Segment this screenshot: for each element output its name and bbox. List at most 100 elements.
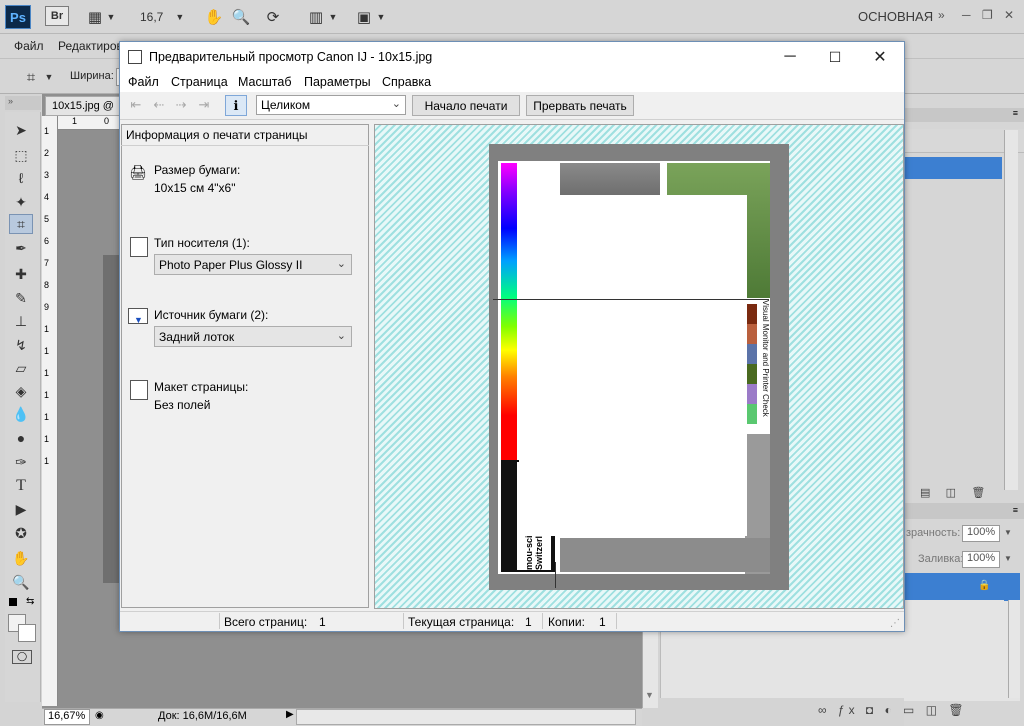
ps-menu-edit[interactable]: Редактиров	[58, 39, 123, 53]
media-type-select[interactable]: Photo Paper Plus Glossy II ⌄	[154, 254, 352, 275]
magic-wand-tool-icon[interactable]: ✦	[9, 192, 33, 212]
minimize-icon[interactable]: ─	[775, 47, 805, 67]
zoom-tool-icon[interactable]: 🔍	[230, 8, 252, 26]
maximize-icon[interactable]: ☐	[820, 47, 850, 67]
horizontal-scrollbar[interactable]	[296, 709, 636, 725]
arrange-documents-icon[interactable]: ▥	[305, 8, 327, 26]
opacity-label: зрачность:	[906, 527, 961, 539]
opacity-field[interactable]: 100%	[962, 525, 1000, 542]
chevron-down-icon: ▼	[175, 12, 185, 22]
dialog-app-icon	[128, 50, 142, 64]
panel-menu-icon[interactable]: ≡	[904, 108, 1024, 122]
paper-source-select[interactable]: Задний лоток ⌄	[154, 326, 352, 347]
preview-crop-mark	[555, 562, 556, 588]
status-zoom-field[interactable]: 16,67%	[44, 709, 90, 725]
brush-tool-icon[interactable]: ✎	[9, 288, 33, 308]
background-color-swatch[interactable]	[18, 624, 36, 642]
type-tool-icon[interactable]: T	[9, 476, 33, 496]
hand-tool-icon[interactable]: ✋	[203, 8, 225, 26]
ruler-left-label: 3	[44, 170, 50, 180]
close-icon[interactable]: ✕	[865, 47, 895, 67]
next-page-icon[interactable]: ⇢	[171, 97, 191, 113]
shape-tool-icon[interactable]: ✪	[9, 523, 33, 543]
pen-tool-icon[interactable]: ✑	[9, 452, 33, 472]
paper-size-icon: 🖨	[129, 164, 147, 180]
crop-tool-icon[interactable]: ⌗	[20, 68, 42, 86]
layers-scrollbar[interactable]	[1008, 600, 1020, 698]
document-tab[interactable]: 10x15.jpg @	[45, 96, 120, 116]
panel-scrollbar[interactable]	[1004, 130, 1018, 490]
zoom-level-box[interactable]: 16,7 ▼	[130, 6, 186, 28]
menu-file[interactable]: Файл	[128, 75, 159, 89]
eyedropper-tool-icon[interactable]: ✒	[9, 238, 33, 258]
first-page-icon[interactable]: ⇤	[126, 97, 146, 113]
fill-field[interactable]: 100%	[962, 551, 1000, 568]
ruler-left-label: 5	[44, 214, 50, 224]
paint-bucket-tool-icon[interactable]: ◈	[9, 381, 33, 401]
zoom-select[interactable]: Целиком ⌄	[256, 95, 406, 115]
paper-source-label: Источник бумаги (2):	[154, 308, 269, 322]
media-type-value: Photo Paper Plus Glossy II	[159, 258, 303, 272]
layers-panel-header[interactable]: ≡	[904, 503, 1024, 519]
start-print-button[interactable]: Начало печати	[412, 95, 520, 116]
last-page-icon[interactable]: ⇥	[194, 97, 214, 113]
ruler-top-label: 1	[72, 116, 78, 126]
dialog-title: Предварительный просмотр Canon IJ - 10x1…	[149, 50, 433, 64]
ps-menu-file[interactable]: Файл	[14, 39, 44, 53]
clone-stamp-tool-icon[interactable]: ⊥	[9, 311, 33, 331]
workspace-switcher[interactable]: ОСНОВНАЯ	[858, 9, 933, 24]
cancel-print-button[interactable]: Прервать печать	[526, 95, 634, 116]
chevron-down-icon[interactable]: ▼	[44, 68, 54, 86]
close-icon[interactable]: ✕	[1004, 8, 1014, 22]
current-page-value: 1	[525, 615, 532, 629]
workspace-chevron-icon[interactable]: »	[938, 8, 945, 22]
screen-mode-icon[interactable]: ▣	[353, 8, 375, 26]
panel-footer-icons[interactable]: ▤ ◫ 🗑	[920, 486, 985, 499]
menu-help[interactable]: Справка	[382, 75, 431, 89]
swap-colors-icon[interactable]: ⇆	[26, 596, 34, 607]
eraser-tool-icon[interactable]: ▱	[9, 358, 33, 378]
fill-dropdown-icon[interactable]: ▼	[1004, 554, 1012, 563]
healing-brush-tool-icon[interactable]: ✚	[9, 264, 33, 284]
panel-selected-row[interactable]	[904, 157, 1002, 179]
quick-mask-icon[interactable]: ◯	[12, 650, 32, 664]
move-tool-icon[interactable]: ➤	[9, 120, 33, 140]
chevron-down-icon[interactable]: ▼	[106, 8, 116, 26]
crop-tool-icon[interactable]: ⌗	[9, 214, 33, 234]
zoom-tool-icon[interactable]: 🔍	[9, 572, 33, 592]
chevron-down-icon: ⌄	[336, 330, 346, 342]
scroll-down-icon[interactable]: ▼	[645, 690, 654, 700]
layers-footer-icons[interactable]: ∞ ƒx ◘ ◐ ▭ ◫ 🗑	[818, 703, 968, 717]
history-brush-tool-icon[interactable]: ↯	[9, 335, 33, 355]
restore-icon[interactable]: ❐	[982, 8, 993, 22]
media-type-label: Тип носителя (1):	[154, 236, 250, 250]
chevron-down-icon: ⌄	[336, 258, 346, 270]
opacity-dropdown-icon[interactable]: ▼	[1004, 528, 1012, 537]
media-type-icon	[130, 237, 148, 257]
status-menu-arrow-icon[interactable]: ▶	[286, 709, 294, 720]
lasso-tool-icon[interactable]: ℓ	[9, 168, 33, 188]
menu-zoom[interactable]: Масштаб	[238, 75, 291, 89]
toolbox-collapse-icon[interactable]: »	[5, 96, 41, 110]
chevron-down-icon[interactable]: ▼	[328, 8, 338, 26]
bridge-button[interactable]: Br	[45, 6, 69, 26]
menu-page[interactable]: Страница	[171, 75, 228, 89]
layer-row-background[interactable]	[904, 573, 1020, 601]
film-strip-icon[interactable]: ▦	[84, 8, 106, 26]
marquee-tool-icon[interactable]: ⬚	[9, 145, 33, 165]
menu-options[interactable]: Параметры	[304, 75, 371, 89]
previous-page-icon[interactable]: ⇠	[149, 97, 169, 113]
blur-tool-icon[interactable]: 💧	[9, 404, 33, 424]
chevron-down-icon[interactable]: ▼	[376, 8, 386, 26]
minimize-icon[interactable]: ─	[962, 8, 971, 22]
preview-center-line	[493, 299, 769, 300]
print-info-pane	[121, 124, 369, 608]
default-colors-icon[interactable]	[9, 598, 17, 606]
status-info-icon[interactable]: ◉	[95, 710, 104, 721]
resize-grip-icon[interactable]: ⋰	[890, 618, 900, 629]
print-info-toggle-icon[interactable]: ℹ	[225, 95, 247, 116]
hand-tool-icon[interactable]: ✋	[9, 548, 33, 568]
rotate-view-icon[interactable]: ⟳	[262, 8, 284, 26]
dodge-tool-icon[interactable]: ●	[9, 428, 33, 448]
path-selection-tool-icon[interactable]: ▶	[9, 499, 33, 519]
